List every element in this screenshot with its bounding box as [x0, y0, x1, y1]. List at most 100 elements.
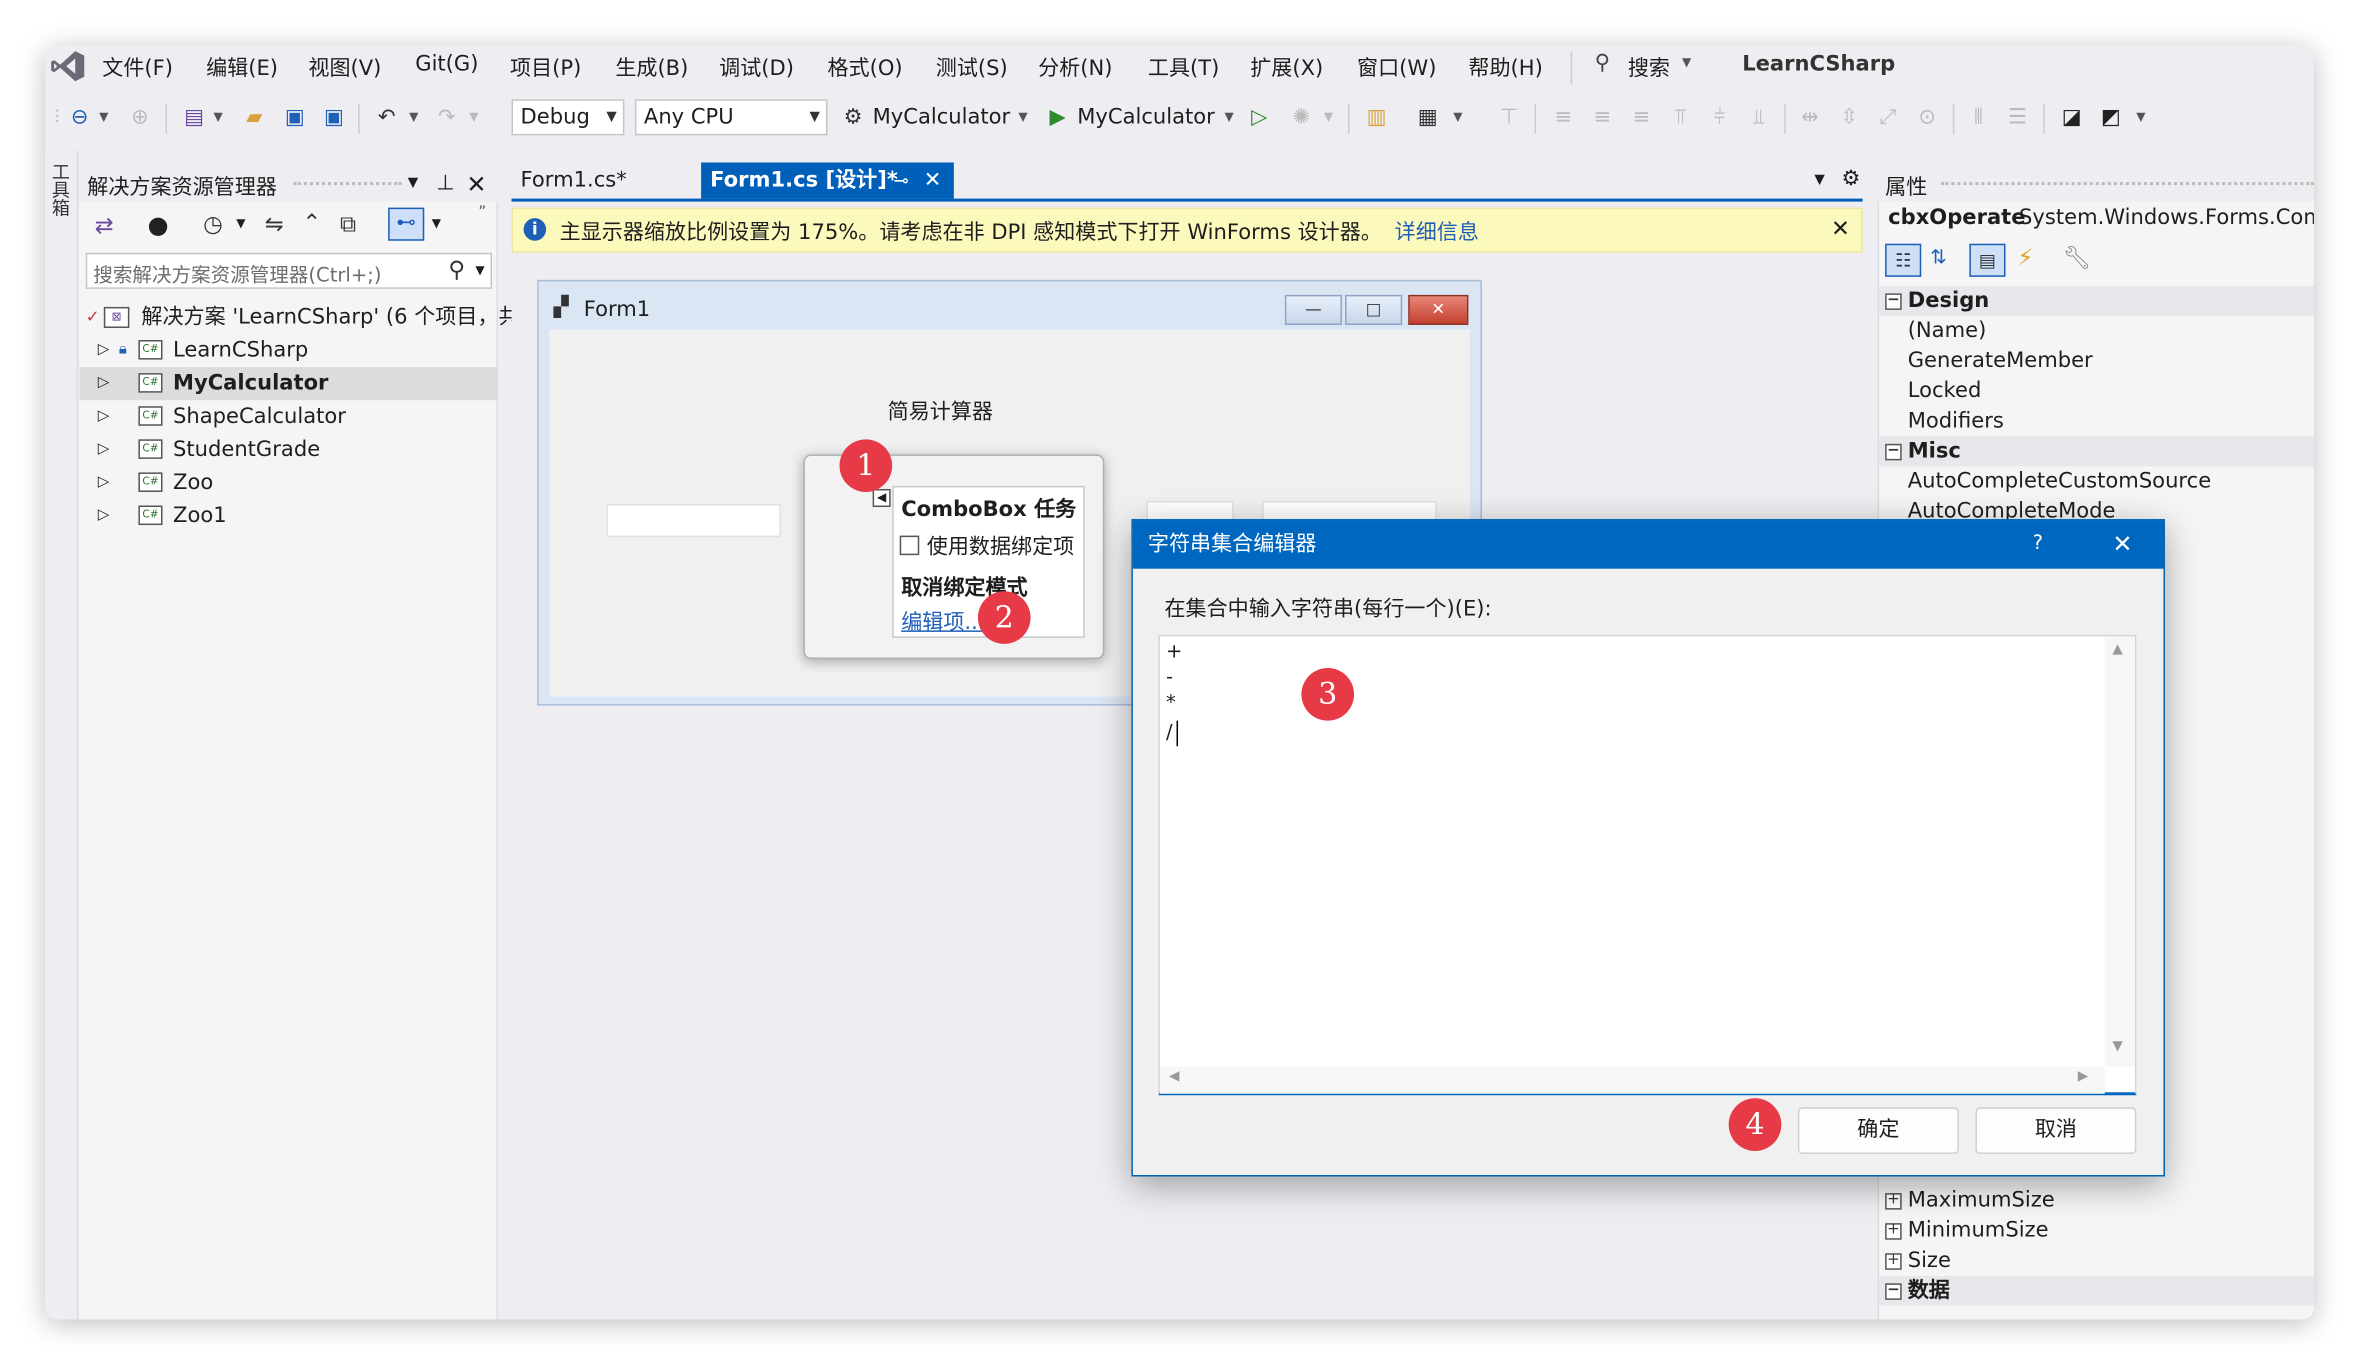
align-right-icon[interactable]: ≡	[1628, 104, 1655, 131]
property-row[interactable]: + MaximumSize	[1879, 1186, 2314, 1216]
save-all-icon[interactable]: ▣	[320, 104, 347, 131]
menu-build[interactable]: 生成(B)	[615, 53, 688, 83]
vertical-scrollbar[interactable]: ▲ ▼	[2104, 636, 2135, 1067]
menu-tools[interactable]: 工具(T)	[1148, 53, 1219, 83]
tab-form1-cs[interactable]: Form1.cs*	[512, 162, 693, 198]
chevron-down-icon[interactable]: ▼	[1814, 173, 1824, 188]
collapse-icon[interactable]: −	[1885, 442, 1902, 460]
property-row[interactable]: + MinimumSize	[1879, 1216, 2314, 1246]
platform-select[interactable]: Any CPU ▼	[634, 99, 828, 136]
horizontal-scrollbar[interactable]: ◀ ▶	[1159, 1066, 2105, 1094]
collapse-all-icon[interactable]: ⌃	[302, 209, 321, 236]
layout-icon[interactable]: ▦	[1414, 104, 1441, 131]
start-without-debug-icon[interactable]: ▷	[1246, 104, 1273, 131]
menu-format[interactable]: 格式(O)	[827, 53, 902, 83]
tree-item-mycalculator[interactable]: ▷ C# MyCalculator	[79, 367, 498, 401]
history-icon[interactable]: ◷	[203, 211, 223, 238]
menu-window[interactable]: 窗口(W)	[1357, 53, 1436, 83]
align-icon[interactable]: ⊤	[1495, 104, 1522, 131]
make-same-width-icon[interactable]: ⇹	[1796, 104, 1823, 131]
operand1-textbox[interactable]	[606, 504, 781, 538]
chevron-down-icon[interactable]: ▼	[1450, 104, 1465, 131]
property-row[interactable]: (Name)	[1879, 316, 2314, 346]
menu-help[interactable]: 帮助(H)	[1468, 53, 1542, 83]
property-row[interactable]: AutoCompleteCustomSource	[1879, 466, 2314, 496]
smart-tag-glyph-icon[interactable]: ◀	[872, 488, 891, 508]
property-row[interactable]: Modifiers	[1879, 406, 2314, 436]
edit-items-link[interactable]: 编辑项...	[901, 606, 984, 636]
tree-item-shapecalculator[interactable]: ▷ C# ShapeCalculator	[80, 400, 498, 433]
align-bottom-icon[interactable]: ⫫	[1745, 104, 1772, 131]
calculator-title-label[interactable]: 简易计算器	[888, 396, 993, 426]
wrench-icon[interactable]: 🔧︎	[2063, 244, 2092, 271]
property-row[interactable]: Locked	[1879, 376, 2314, 406]
file-explorer-icon[interactable]: ▥	[1363, 104, 1390, 131]
align-middle-icon[interactable]: ⫩	[1706, 104, 1733, 131]
categorized-view-button[interactable]: ☷	[1885, 243, 1922, 277]
configuration-select[interactable]: Debug ▼	[511, 99, 625, 136]
expand-icon[interactable]: ▷	[98, 433, 110, 466]
pin-icon[interactable]: ⊸	[894, 162, 909, 198]
expand-icon[interactable]: ▷	[98, 499, 110, 532]
expand-icon[interactable]: ▷	[98, 400, 110, 433]
tab-form1-designer[interactable]: Form1.cs [设计]* ⊸ ✕	[701, 162, 954, 199]
menu-test[interactable]: 测试(S)	[936, 53, 1008, 83]
menu-debug[interactable]: 调试(D)	[719, 53, 794, 83]
chevron-down-icon[interactable]: ▼	[1321, 104, 1336, 131]
new-project-icon[interactable]: ▤	[181, 104, 208, 131]
menu-file[interactable]: 文件(F)	[102, 53, 173, 83]
toolbox-tab-label[interactable]: 工具箱	[50, 162, 71, 216]
expand-icon[interactable]: ▷	[98, 334, 110, 367]
collapse-icon[interactable]: −	[1885, 292, 1902, 310]
menu-analyze[interactable]: 分析(N)	[1038, 53, 1112, 83]
data-bound-checkbox[interactable]	[899, 535, 920, 556]
ok-button[interactable]: 确定	[1797, 1107, 1959, 1154]
back-icon[interactable]: ⊖	[66, 104, 93, 131]
expand-icon[interactable]: +	[1885, 1222, 1902, 1239]
save-icon[interactable]: ▣	[281, 104, 308, 131]
chevron-down-icon[interactable]: ▼	[408, 176, 418, 191]
info-details-link[interactable]: 详细信息	[1395, 217, 1479, 247]
vertical-spacing-icon[interactable]: ☰	[2004, 104, 2031, 131]
property-category[interactable]: − Design	[1879, 285, 2314, 316]
start-debug-button[interactable]: MyCalculator	[1077, 105, 1215, 129]
sort-alpha-icon[interactable]: ⇅	[1930, 247, 1946, 270]
open-folder-icon[interactable]: ▰	[241, 104, 268, 131]
chevron-down-icon[interactable]: ▼	[236, 217, 245, 231]
menu-git[interactable]: Git(G)	[415, 53, 478, 77]
align-left-icon[interactable]: ≡	[1550, 104, 1577, 131]
tree-item-zoo1[interactable]: ▷ C# Zoo1	[80, 499, 498, 532]
scroll-up-icon[interactable]: ▲	[2112, 642, 2122, 657]
chevron-down-icon[interactable]: ▼	[1222, 104, 1237, 131]
menu-extensions[interactable]: 扩展(X)	[1250, 53, 1323, 83]
chevron-down-icon[interactable]: ▼	[2133, 104, 2148, 131]
tree-item-zoo[interactable]: ▷ C# Zoo	[80, 466, 498, 499]
expand-icon[interactable]: ▷	[98, 466, 110, 499]
close-icon[interactable]: ✕	[466, 170, 486, 199]
menu-project[interactable]: 项目(P)	[510, 53, 581, 83]
globe-icon[interactable]: ●	[147, 211, 168, 240]
collapse-icon[interactable]: −	[1885, 1282, 1902, 1300]
tree-item-learncsharp[interactable]: ▷ 🔒︎ C# LearnCSharp	[80, 334, 498, 367]
chevron-down-icon[interactable]: ▼	[466, 104, 481, 131]
events-icon[interactable]: ⚡	[2018, 244, 2034, 271]
close-icon[interactable]: ✕	[2112, 521, 2132, 569]
align-center-icon[interactable]: ≡	[1589, 104, 1616, 131]
solution-search-input[interactable]: 搜索解决方案资源管理器(Ctrl+;) ⚲ ▼	[85, 252, 492, 289]
close-icon[interactable]: ✕	[924, 162, 942, 198]
startup-project-select[interactable]: MyCalculator	[873, 105, 1011, 129]
chevron-down-icon[interactable]: ▼	[1016, 104, 1031, 131]
forward-icon[interactable]: ⊕	[126, 104, 153, 131]
property-category[interactable]: − 数据	[1879, 1275, 2314, 1306]
zoom-icon[interactable]: ⊙	[1914, 104, 1941, 131]
scroll-left-icon[interactable]: ◀	[1169, 1070, 1179, 1085]
expand-icon[interactable]: +	[1885, 1192, 1902, 1209]
properties-view-button[interactable]: ▤	[1969, 243, 2006, 277]
align-top-icon[interactable]: ⫪	[1667, 104, 1694, 131]
property-row[interactable]: GenerateMember	[1879, 346, 2314, 376]
maximize-button[interactable]: □	[1345, 294, 1403, 325]
bring-to-front-icon[interactable]: ◪	[2058, 104, 2085, 131]
size-to-grid-icon[interactable]: ⤢	[1875, 104, 1902, 131]
chevron-down-icon[interactable]: ▼	[406, 104, 421, 131]
minimize-button[interactable]: —	[1284, 294, 1343, 325]
